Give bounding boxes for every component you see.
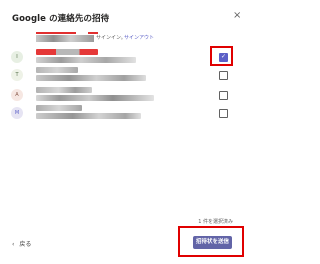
close-icon[interactable]: × — [233, 11, 241, 21]
account-row: サインイン。 サインアウト — [36, 32, 236, 43]
back-button[interactable]: ‹ 戻る — [12, 239, 31, 248]
avatar: I — [11, 51, 23, 63]
contact-checkbox[interactable] — [219, 91, 228, 100]
avatar: A — [11, 89, 23, 101]
redacted-contact-name — [36, 87, 92, 93]
signed-in-text: サインイン。 — [96, 35, 126, 41]
back-label: 戻る — [19, 241, 32, 248]
redacted-contact-name — [36, 105, 82, 111]
redacted-contact-name — [36, 67, 78, 73]
redacted-contact-email — [36, 75, 146, 81]
sign-out-link[interactable]: サインアウト — [124, 34, 154, 41]
invite-dialog: Google の連絡先の招待 × サインイン。 サインアウト I T A M 1… — [0, 0, 250, 264]
contact-checkbox[interactable] — [219, 109, 228, 118]
redacted-contact-name — [36, 49, 98, 55]
contact-row[interactable]: A — [0, 85, 250, 105]
contact-checkbox[interactable] — [219, 71, 228, 80]
redacted-contact-email — [36, 95, 154, 101]
contact-row[interactable]: T — [0, 65, 250, 85]
selected-count: 1 件を選択済み — [198, 219, 233, 225]
highlight-box — [178, 226, 244, 257]
contact-row[interactable]: M — [0, 103, 250, 123]
redacted-account-email — [36, 35, 94, 42]
avatar: T — [11, 69, 23, 81]
redacted-contact-email — [36, 57, 136, 63]
avatar: M — [11, 107, 23, 119]
redaction-mark — [36, 32, 76, 34]
redacted-contact-email — [36, 113, 141, 119]
highlight-box — [210, 46, 233, 66]
dialog-title: Google の連絡先の招待 — [12, 14, 110, 24]
chevron-left-icon: ‹ — [12, 241, 15, 248]
